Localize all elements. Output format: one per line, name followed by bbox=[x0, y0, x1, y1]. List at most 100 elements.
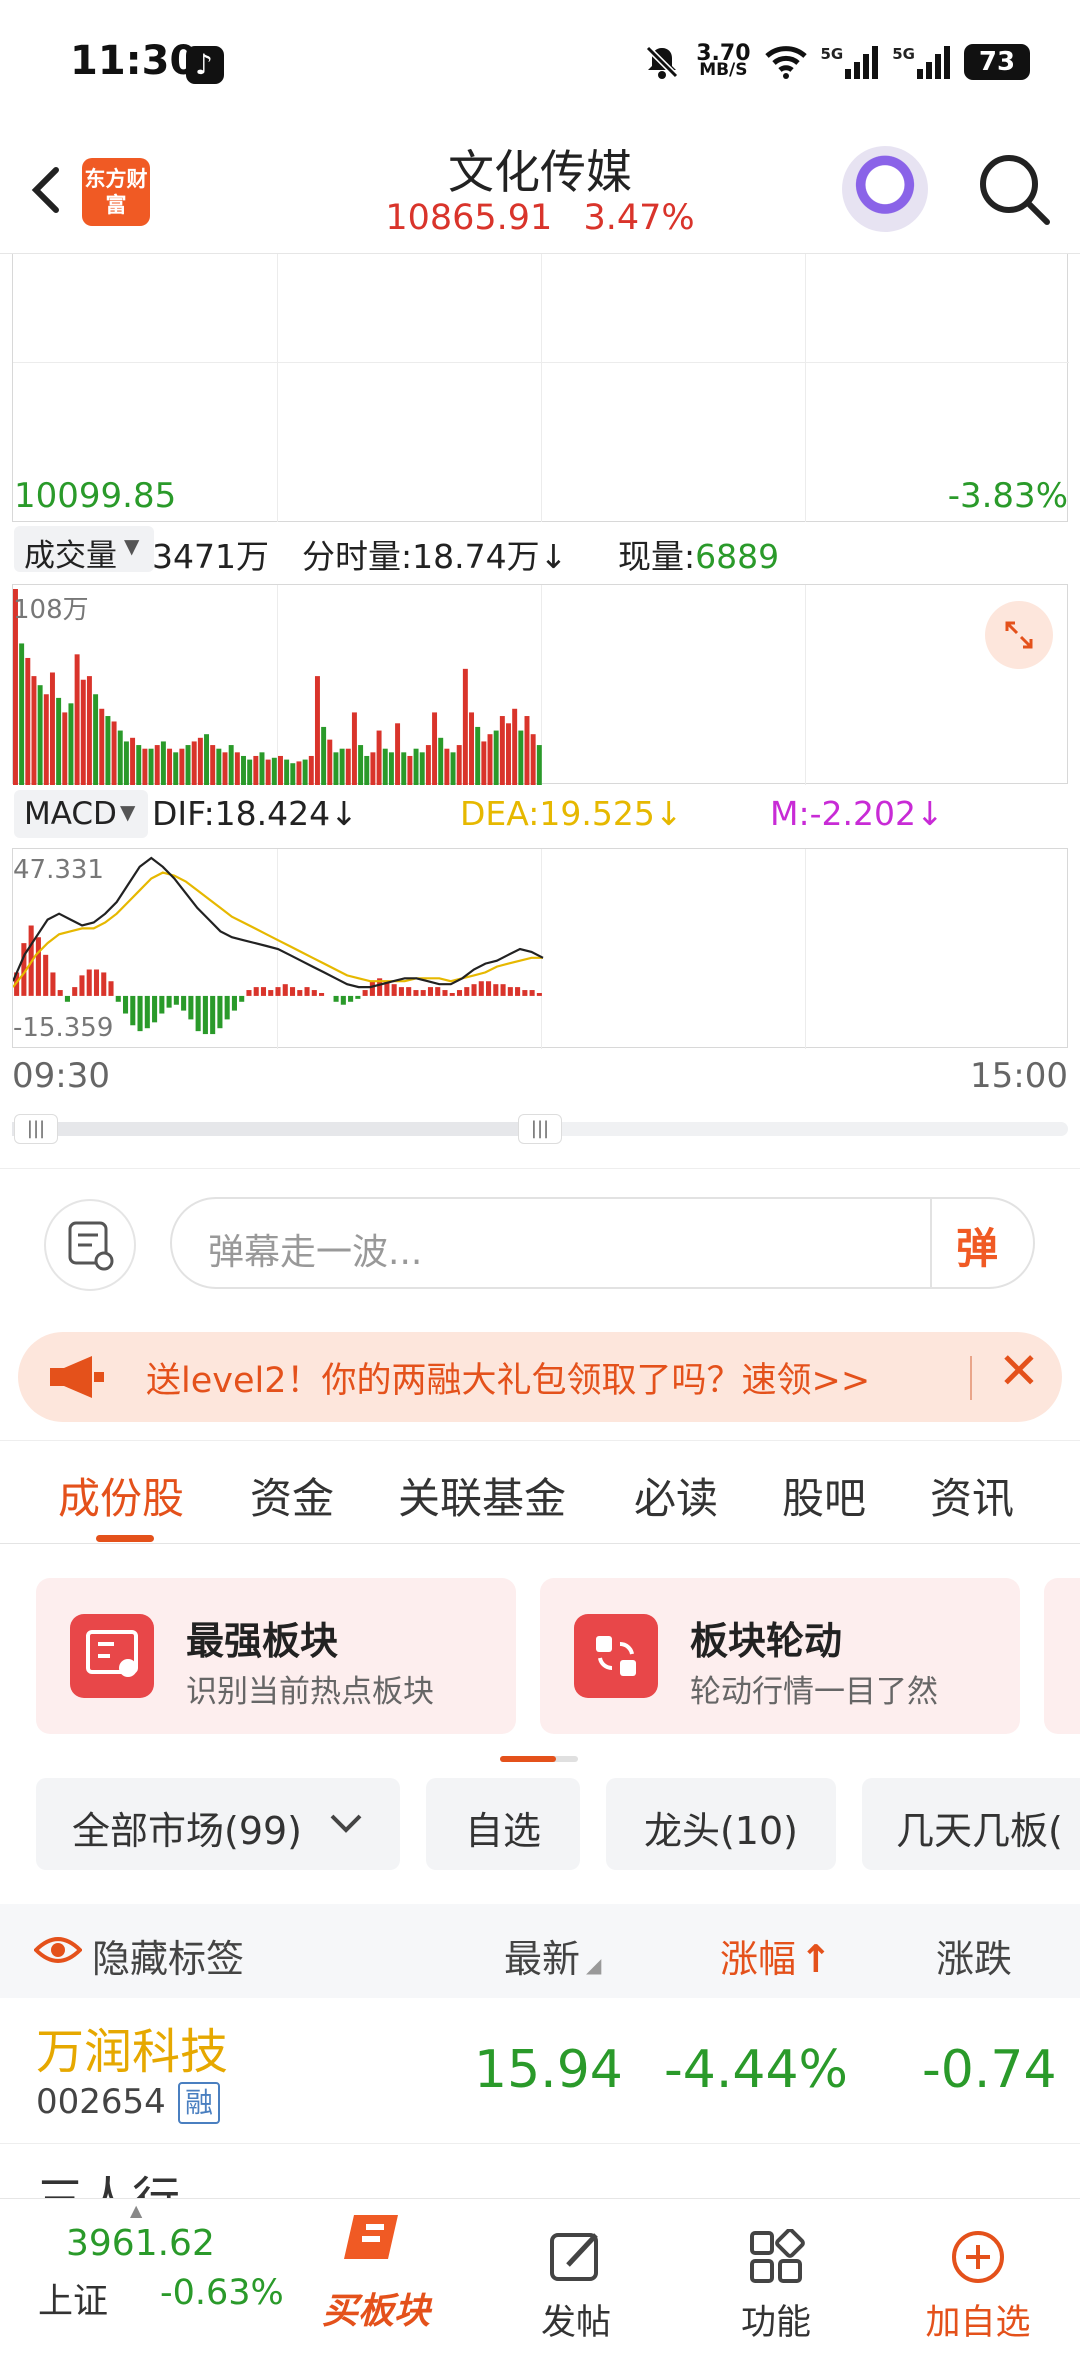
search-icon[interactable] bbox=[975, 150, 1055, 230]
time-end-label: 15:00 bbox=[970, 1056, 1068, 1096]
expand-icon[interactable] bbox=[985, 601, 1053, 669]
volume-bar bbox=[222, 752, 228, 785]
intraday-chart[interactable]: 10099.85 -3.83% 成交量 ▼ 3471万 分时量:18.74万↓ … bbox=[0, 254, 1080, 1154]
card-subtitle: 识别当前热点板块 bbox=[186, 1674, 434, 1710]
volume-bar bbox=[247, 759, 253, 785]
volume-bar bbox=[62, 712, 68, 785]
volume-bar bbox=[518, 730, 524, 785]
functions-button[interactable]: 功能 bbox=[706, 2228, 846, 2345]
card-strongest-sector[interactable]: 最强板块 识别当前热点板块 bbox=[36, 1578, 516, 1734]
volume-bar bbox=[74, 654, 80, 785]
col-change[interactable]: 涨跌 bbox=[936, 1928, 1012, 1983]
volume-bar bbox=[536, 745, 542, 785]
promo-divider bbox=[970, 1356, 972, 1400]
tab-constituents[interactable]: 成份股 bbox=[58, 1465, 184, 1526]
promo-text: 送level2！你的两融大礼包领取了吗？速领>> bbox=[146, 1361, 871, 1401]
tab-forum[interactable]: 股吧 bbox=[782, 1465, 866, 1526]
volume-bar bbox=[425, 745, 431, 785]
volume-bar bbox=[438, 737, 444, 785]
filter-leaders[interactable]: 龙头(10) bbox=[606, 1778, 836, 1870]
chart-board-icon bbox=[70, 1614, 154, 1698]
network-type-2: 5G bbox=[892, 45, 915, 63]
volume-bar bbox=[93, 694, 99, 785]
col-latest-label: 最新 bbox=[504, 1937, 581, 1981]
tab-funds[interactable]: 资金 bbox=[250, 1465, 334, 1526]
add-watchlist-button[interactable]: 加自选 bbox=[908, 2229, 1048, 2345]
battery-icon: 73 bbox=[964, 44, 1030, 80]
barrage-send-button[interactable]: 弹 bbox=[930, 1199, 1032, 1287]
volume-bar bbox=[345, 748, 351, 785]
tab-related-funds[interactable]: 关联基金 bbox=[398, 1465, 566, 1526]
range-handle-left[interactable]: ||| bbox=[14, 1114, 58, 1144]
grid-icon bbox=[750, 2228, 805, 2283]
filter-streak[interactable]: 几天几板( bbox=[862, 1778, 1080, 1870]
volume-selector[interactable]: 成交量 ▼ bbox=[14, 526, 154, 574]
barrage-settings-icon[interactable] bbox=[44, 1199, 136, 1291]
volume-bar bbox=[499, 716, 505, 785]
index-price: 10865.91 bbox=[385, 198, 553, 238]
volume-bar bbox=[271, 757, 277, 785]
bottom-nav: ▲ 3961.62 上证 -0.63% 买板块 发帖 功能 加自选 bbox=[0, 2198, 1080, 2376]
promo-banner[interactable]: 送level2！你的两融大礼包领取了吗？速领>> ✕ bbox=[18, 1332, 1062, 1422]
filter-market[interactable]: 全部市场(99) bbox=[36, 1778, 400, 1870]
volume-bar bbox=[481, 741, 487, 785]
status-icons: 3.70 MB/S 5G 5G 73 bbox=[642, 40, 1030, 84]
filter-watchlist[interactable]: 自选 bbox=[426, 1778, 580, 1870]
caret-down-icon: ▼ bbox=[124, 534, 140, 558]
volume-max-label: 108万 bbox=[13, 595, 89, 625]
net-speed-unit: MB/S bbox=[699, 60, 748, 80]
volume-bar bbox=[456, 745, 462, 785]
range-slider-selected bbox=[12, 1122, 542, 1136]
add-watchlist-label: 加自选 bbox=[925, 2303, 1031, 2343]
volume-bar bbox=[241, 755, 246, 785]
volume-bar bbox=[117, 730, 123, 785]
eye-icon[interactable] bbox=[34, 1934, 82, 1966]
close-icon[interactable]: ✕ bbox=[998, 1342, 1040, 1400]
range-handle-right[interactable]: ||| bbox=[518, 1114, 562, 1144]
signal-icon: 5G bbox=[821, 45, 879, 79]
macd-selector[interactable]: MACD ▼ bbox=[14, 790, 148, 838]
table-row[interactable]: 万润科技 002654 融 15.94 -4.44% -0.74 bbox=[0, 1998, 1080, 2144]
post-button[interactable]: 发帖 bbox=[506, 2229, 646, 2345]
volume-bar bbox=[284, 759, 290, 785]
volume-current-label: 现量: bbox=[618, 537, 696, 576]
buy-sector-button[interactable]: 买板块 bbox=[306, 2209, 446, 2334]
volume-bar bbox=[469, 712, 475, 785]
hide-tags-toggle[interactable]: 隐藏标签 bbox=[92, 1928, 244, 1983]
post-label: 发帖 bbox=[540, 2303, 611, 2343]
volume-bar bbox=[265, 759, 271, 785]
signal-icon-2: 5G bbox=[892, 45, 950, 79]
volume-bar bbox=[111, 721, 117, 785]
volume-tick: 分时量:18.74万↓ bbox=[302, 530, 567, 578]
volume-current: 现量:6889 bbox=[618, 530, 779, 578]
assistant-robot-icon[interactable] bbox=[842, 146, 928, 232]
table-row[interactable]: 三人行 bbox=[0, 2144, 1080, 2204]
barrage-bar: 弹幕走一波... 弹 bbox=[0, 1168, 1080, 1318]
barrage-input[interactable]: 弹幕走一波... bbox=[170, 1197, 1035, 1289]
volume-bar bbox=[506, 723, 511, 785]
status-bar: 11:30 3.70 MB/S 5G bbox=[0, 0, 1080, 130]
volume-bar bbox=[327, 739, 333, 785]
index-name: 上证 bbox=[38, 2282, 109, 2322]
volume-bar bbox=[142, 748, 148, 785]
network-type: 5G bbox=[820, 45, 844, 63]
pct-low-label: -3.83% bbox=[947, 476, 1068, 516]
card-sector-rotation[interactable]: 板块轮动 轮动行情一目了然 bbox=[540, 1578, 1020, 1734]
index-ticker[interactable]: ▲ 3961.62 上证 -0.63% bbox=[0, 2199, 284, 2376]
volume-bar bbox=[167, 748, 173, 785]
macd-lines bbox=[13, 856, 544, 1035]
volume-tick-arrow: ↓ bbox=[539, 537, 568, 576]
volume-bar bbox=[512, 708, 518, 785]
table-header: 隐藏标签 最新 ◢ 涨幅 ↑ 涨跌 bbox=[0, 1904, 1080, 1998]
volume-bar bbox=[99, 708, 105, 785]
volume-bar bbox=[401, 752, 407, 785]
card-next-peek[interactable] bbox=[1044, 1578, 1080, 1734]
col-latest[interactable]: 最新 ◢ bbox=[504, 1928, 601, 1983]
card-page-indicator bbox=[500, 1756, 578, 1762]
col-change-pct[interactable]: 涨幅 ↑ bbox=[720, 1928, 832, 1983]
tab-news[interactable]: 资讯 bbox=[930, 1465, 1014, 1526]
tab-must-read[interactable]: 必读 bbox=[634, 1465, 718, 1526]
volume-bar bbox=[123, 741, 129, 785]
volume-current-value: 6889 bbox=[695, 537, 780, 576]
volume-bar bbox=[173, 752, 179, 785]
